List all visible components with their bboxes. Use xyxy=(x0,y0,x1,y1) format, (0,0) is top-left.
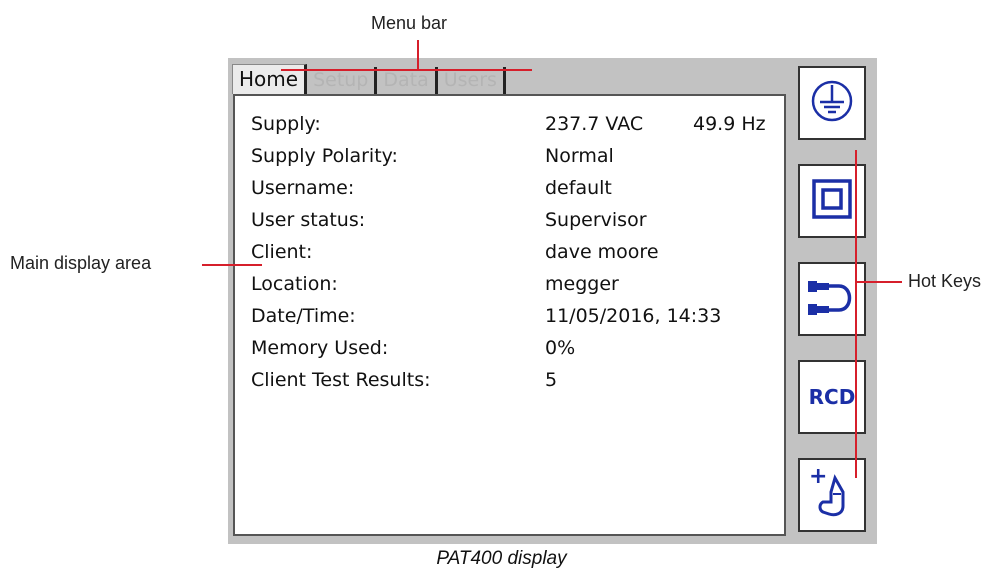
tab-users[interactable]: Users xyxy=(437,67,506,94)
lead-continuity-icon xyxy=(805,270,859,328)
info-label: Client: xyxy=(251,241,313,263)
info-label: Memory Used: xyxy=(251,337,389,359)
insulation-test-hotkey[interactable] xyxy=(798,164,866,238)
info-value-frequency: 49.9 Hz xyxy=(693,113,766,135)
figure-caption: PAT400 display xyxy=(436,548,567,569)
info-label: Location: xyxy=(251,273,338,295)
info-value: 0% xyxy=(545,337,576,359)
info-value: megger xyxy=(545,273,619,295)
touch-current-probe-icon: + xyxy=(805,464,859,522)
info-value: 237.7 VAC xyxy=(545,113,644,135)
hot-keys-column: RCD + xyxy=(794,66,870,536)
info-value: Normal xyxy=(545,145,614,167)
info-label: Client Test Results: xyxy=(251,369,431,391)
menu-bar-callout: Menu bar xyxy=(371,13,448,33)
tab-home[interactable]: Home xyxy=(232,64,308,94)
info-label: Date/Time: xyxy=(251,305,356,327)
info-label: Supply Polarity: xyxy=(251,145,398,167)
main-display-area-callout: Main display area xyxy=(10,253,152,273)
info-value: 5 xyxy=(545,369,558,391)
rcd-icon: RCD xyxy=(808,385,856,409)
pat400-screen: Home Setup Data Users Supply: 237.7 VAC … xyxy=(228,58,877,544)
lead-test-hotkey[interactable] xyxy=(798,262,866,336)
info-value: dave moore xyxy=(545,241,659,263)
info-value: Supervisor xyxy=(545,209,647,231)
earth-test-hotkey[interactable] xyxy=(798,66,866,140)
info-label: Username: xyxy=(251,177,355,199)
touch-current-test-hotkey[interactable]: + xyxy=(798,458,866,532)
hot-keys-callout: Hot Keys xyxy=(908,271,982,291)
info-label: User status: xyxy=(251,209,366,231)
menu-bar: Home Setup Data Users xyxy=(232,64,506,94)
double-insulation-icon xyxy=(810,177,854,225)
tab-setup[interactable]: Setup xyxy=(307,67,378,94)
info-label: Supply: xyxy=(251,113,321,135)
tab-data[interactable]: Data xyxy=(377,67,438,94)
info-value: 11/05/2016, 14:33 xyxy=(545,305,722,327)
rcd-test-hotkey[interactable]: RCD xyxy=(798,360,866,434)
earth-ground-icon xyxy=(809,78,855,128)
main-display-area: Supply: 237.7 VAC 49.9 Hz Supply Polarit… xyxy=(233,94,786,536)
info-value: default xyxy=(545,177,612,199)
